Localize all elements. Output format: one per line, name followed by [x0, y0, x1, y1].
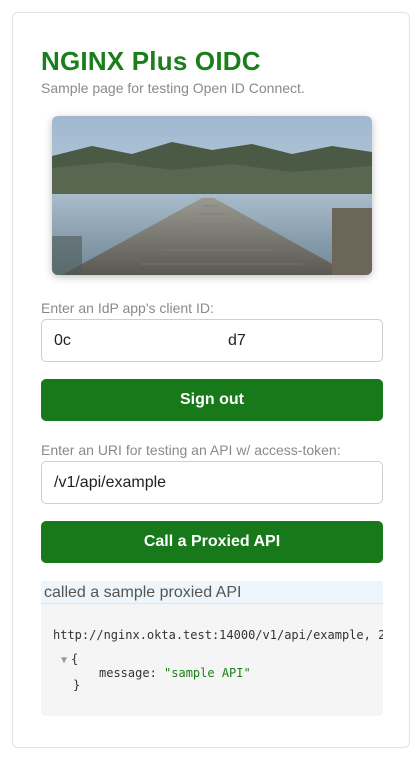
expand-caret-icon[interactable]: ▼ — [61, 655, 67, 666]
open-brace: { — [71, 652, 79, 666]
console-key-value: message: "sample API" — [99, 666, 251, 680]
console-output: http://nginx.okta.test:14000/v1/api/exam… — [41, 604, 383, 716]
api-uri-label: Enter an URI for testing an API w/ acces… — [41, 442, 341, 458]
console-string-value: "sample API" — [164, 666, 251, 680]
api-uri-value: /v1/api/example — [54, 474, 167, 491]
sign-out-button[interactable]: Sign out — [41, 379, 383, 421]
client-id-label: Enter an IdP app's client ID: — [41, 300, 214, 316]
call-proxied-api-button[interactable]: Call a Proxied API — [41, 521, 383, 563]
client-id-input[interactable]: 0c d7 — [41, 319, 383, 362]
client-id-value-start: 0c — [54, 332, 71, 349]
console-object[interactable]: ▼{ — [61, 652, 78, 666]
pier-lake-image — [52, 116, 372, 275]
client-id-value-end: d7 — [228, 332, 246, 349]
page-title: NGINX Plus OIDC — [41, 46, 261, 76]
close-brace: } — [73, 678, 81, 692]
page-subtitle: Sample page for testing Open ID Connect. — [41, 80, 305, 96]
api-uri-input[interactable]: /v1/api/example — [41, 461, 383, 504]
hero-image — [52, 116, 372, 275]
result-header: called a sample proxied API — [41, 581, 383, 604]
console-url-line: http://nginx.okta.test:14000/v1/api/exam… — [53, 628, 383, 642]
console-key: message: — [99, 666, 157, 680]
